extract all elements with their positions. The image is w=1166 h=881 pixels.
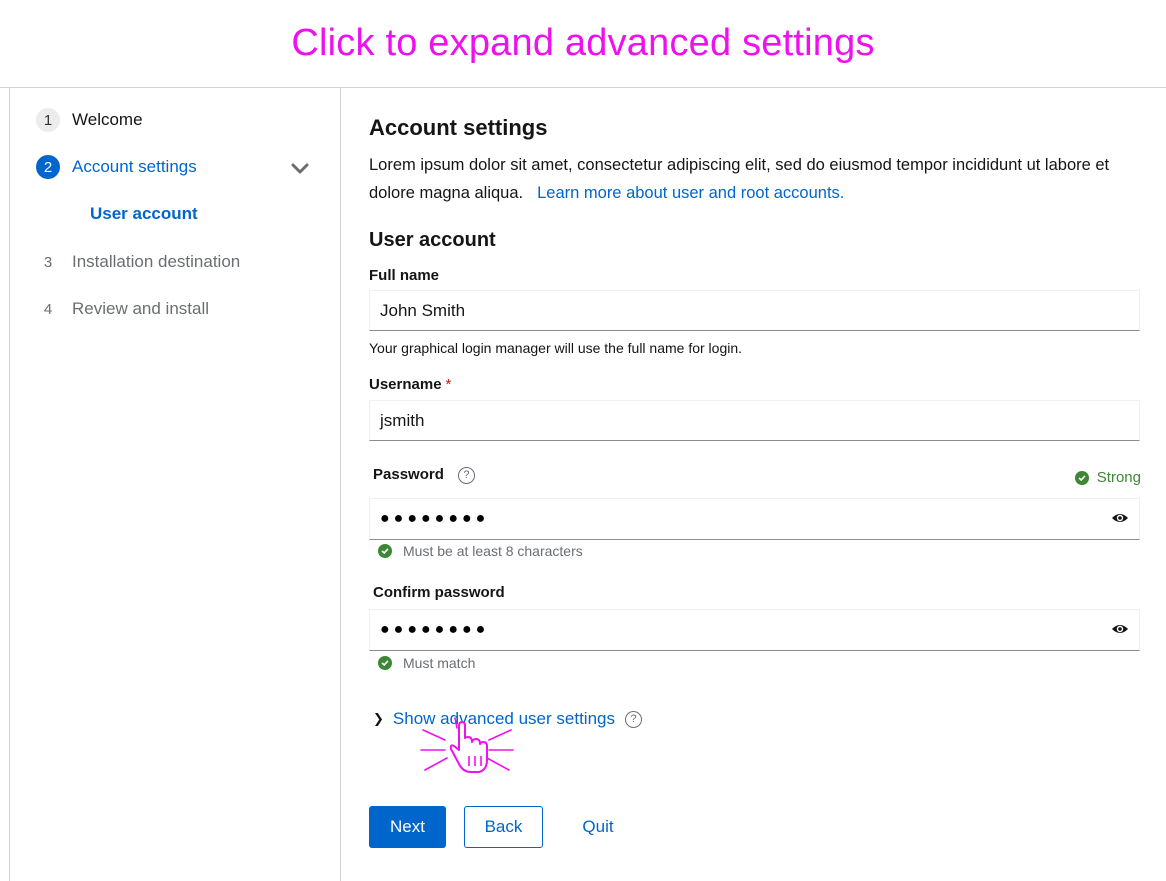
help-icon[interactable]: ? xyxy=(625,710,642,728)
confirm-password-rule: Must match xyxy=(369,655,475,671)
username-label-text: Username xyxy=(369,376,442,393)
step-number: 1 xyxy=(36,108,60,132)
eye-icon[interactable] xyxy=(1111,622,1129,636)
chevron-down-icon[interactable] xyxy=(290,161,310,177)
next-button[interactable]: Next xyxy=(369,806,446,848)
chevron-right-icon: ❯ xyxy=(373,711,384,726)
nav-step-account-settings[interactable]: 2 Account settings xyxy=(36,155,197,179)
nav-substep-user-account[interactable]: User account xyxy=(90,204,198,224)
username-input[interactable]: jsmith xyxy=(369,400,1140,441)
confirm-password-value: ●●●●●●●● xyxy=(380,621,490,638)
password-label: Password? xyxy=(373,466,475,484)
instruction-banner: Click to expand advanced settings xyxy=(0,0,1166,88)
pointer-hand-icon xyxy=(420,717,514,773)
full-name-input[interactable]: John Smith xyxy=(369,290,1140,331)
full-name-helper: Your graphical login manager will use th… xyxy=(369,340,743,356)
nav-step-label: Review and install xyxy=(72,299,210,318)
nav-step-welcome[interactable]: 1 Welcome xyxy=(36,108,143,132)
wizard-nav: 1 Welcome 2 Account settings User accoun… xyxy=(10,88,341,881)
step-number: 3 xyxy=(43,253,53,271)
username-label: Username * xyxy=(369,376,451,393)
nav-step-review-and-install[interactable]: 4 Review and install xyxy=(36,297,209,321)
nav-step-installation-destination[interactable]: 3 Installation destination xyxy=(36,250,240,274)
step-number: 4 xyxy=(43,300,53,318)
password-strength-text: Strong xyxy=(1096,469,1141,486)
step-number: 2 xyxy=(36,155,60,179)
password-label-text: Password xyxy=(373,466,444,483)
password-rule-text: Must be at least 8 characters xyxy=(403,543,583,559)
learn-more-link[interactable]: Learn more about user and root accounts. xyxy=(537,184,844,202)
confirm-password-rule-text: Must match xyxy=(403,655,476,671)
eye-icon[interactable] xyxy=(1111,511,1129,525)
confirm-password-input[interactable]: ●●●●●●●● xyxy=(369,609,1140,651)
check-circle-icon xyxy=(378,544,392,558)
nav-step-label: Account settings xyxy=(72,157,197,176)
username-value: jsmith xyxy=(380,410,425,430)
password-value: ●●●●●●●● xyxy=(380,510,490,527)
full-name-value: John Smith xyxy=(380,300,466,320)
password-strength: Strong xyxy=(1074,469,1141,486)
page-description: Lorem ipsum dolor sit amet, consectetur … xyxy=(369,151,1141,207)
password-rule: Must be at least 8 characters xyxy=(369,543,583,559)
full-name-label: Full name xyxy=(369,267,440,284)
required-marker: * xyxy=(445,376,452,393)
nav-step-label: Installation destination xyxy=(72,252,241,271)
nav-step-label: Welcome xyxy=(72,110,143,129)
banner-text: Click to expand advanced settings xyxy=(291,22,875,64)
section-title: User account xyxy=(369,229,496,251)
quit-button[interactable]: Quit xyxy=(567,806,629,848)
check-circle-icon xyxy=(1074,470,1089,485)
back-button[interactable]: Back xyxy=(464,806,543,848)
page-title: Account settings xyxy=(369,115,548,140)
password-input[interactable]: ●●●●●●●● xyxy=(369,498,1140,540)
check-circle-icon xyxy=(378,656,392,670)
help-icon[interactable]: ? xyxy=(457,466,475,484)
confirm-password-label: Confirm password xyxy=(373,584,505,601)
